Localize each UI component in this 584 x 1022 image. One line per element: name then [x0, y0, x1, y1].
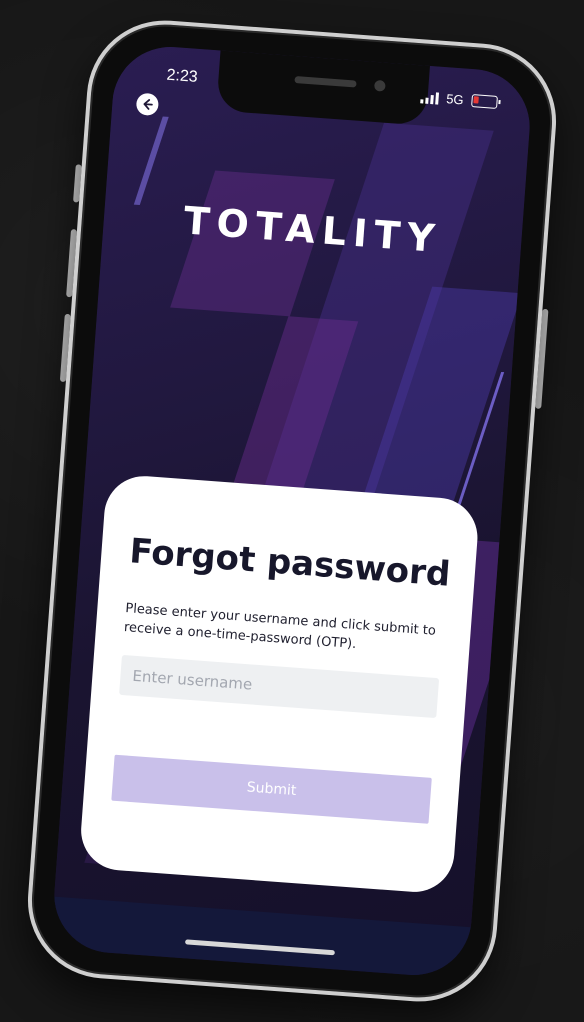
- phone-mockup: 2:23 5G TOTALITY Forgot password Please …: [22, 15, 562, 1007]
- speaker-grille: [294, 76, 357, 88]
- username-input[interactable]: [119, 654, 440, 719]
- battery-icon: [471, 94, 498, 109]
- signal-icon: [419, 91, 439, 105]
- card-description: Please enter your username and click sub…: [123, 601, 437, 653]
- forgot-password-card: Forgot password Please enter your userna…: [78, 473, 481, 895]
- card-title: Forgot password: [128, 531, 452, 595]
- arrow-left-icon: [143, 99, 153, 110]
- network-type: 5G: [445, 91, 465, 108]
- phone-screen: 2:23 5G TOTALITY Forgot password Please …: [50, 42, 534, 980]
- submit-button[interactable]: Submit: [111, 754, 432, 824]
- front-camera: [373, 79, 386, 92]
- status-time: 2:23: [165, 66, 199, 86]
